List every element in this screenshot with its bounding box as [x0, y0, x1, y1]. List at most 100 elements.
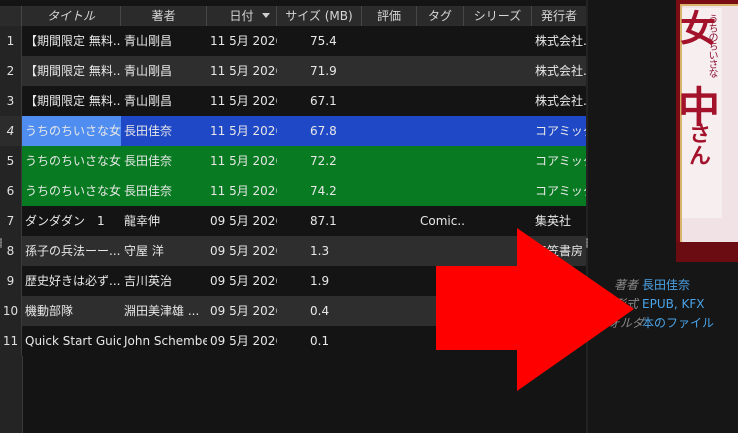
row-number: 8	[0, 236, 22, 266]
table-row[interactable]: 9 歴史好きは必ず... 吉川英治 09 5月 2026 1.9	[0, 266, 586, 296]
splitter-grip-icon[interactable]	[0, 238, 2, 248]
cell-size[interactable]: 67.8	[277, 116, 362, 146]
cell-publisher[interactable]: 三笠書房	[532, 236, 586, 266]
cell-size[interactable]: 0.1	[277, 326, 362, 356]
table-row[interactable]: 10 機動部隊 淵田美津雄 ... 09 5月 2026 0.4	[0, 296, 586, 326]
cell-tags[interactable]	[417, 86, 464, 116]
table-row-highlighted[interactable]: 6 うちのちいさな女... 長田佳奈 11 5月 2026 74.2 コアミック…	[0, 176, 586, 206]
splitter-grip-icon[interactable]	[586, 238, 588, 248]
table-row-selected[interactable]: 4 うちのちいさな女... 長田佳奈 11 5月 2026 67.8 コアミック…	[0, 116, 586, 146]
detail-format-link[interactable]: EPUB, KFX	[642, 297, 704, 311]
table-row[interactable]: 11 Quick Start Guide John Schember 09 5月…	[0, 326, 586, 356]
cell-author[interactable]: 長田佳奈	[121, 116, 207, 146]
cell-size[interactable]: 1.9	[277, 266, 362, 296]
cell-author[interactable]: 青山剛昌	[121, 86, 207, 116]
table-row[interactable]: 2 【期間限定 無料... 青山剛昌 11 5月 2026 71.9 株式会社.…	[0, 56, 586, 86]
cell-date[interactable]: 09 5月 2026	[207, 296, 277, 326]
cell-title[interactable]: うちのちいさな女...	[22, 116, 121, 146]
cell-tags[interactable]	[417, 296, 464, 326]
cell-size[interactable]: 75.4	[277, 26, 362, 56]
sort-descending-icon	[262, 13, 270, 18]
cell-publisher[interactable]	[532, 326, 586, 356]
cell-tags[interactable]	[417, 266, 464, 296]
column-header-publisher[interactable]: 発行者	[532, 6, 586, 26]
cell-title[interactable]: 孫子の兵法ーー...	[22, 236, 121, 266]
cell-tags[interactable]: Comic...	[417, 206, 464, 236]
cell-date[interactable]: 11 5月 2026	[207, 56, 277, 86]
cell-title[interactable]: 機動部隊	[22, 296, 121, 326]
cell-size[interactable]: 0.4	[277, 296, 362, 326]
column-header-series[interactable]: シリーズ	[464, 6, 532, 26]
cell-title[interactable]: うちのちいさな女...	[22, 146, 121, 176]
cell-author[interactable]: 長田佳奈	[121, 146, 207, 176]
detail-author-link[interactable]: 長田佳奈	[642, 278, 690, 292]
cell-date[interactable]: 11 5月 2026	[207, 146, 277, 176]
table-row[interactable]: 7 ダンダダン 1 龍幸伸 09 5月 2026 87.1 Comic... 集…	[0, 206, 586, 236]
cell-tags[interactable]	[417, 326, 464, 356]
cell-date[interactable]: 11 5月 2026	[207, 86, 277, 116]
cell-author[interactable]: 龍幸伸	[121, 206, 207, 236]
cell-author[interactable]: 青山剛昌	[121, 26, 207, 56]
cell-tags[interactable]	[417, 176, 464, 206]
cell-publisher[interactable]: コアミックス	[532, 146, 586, 176]
cell-date[interactable]: 11 5月 2026	[207, 116, 277, 146]
column-header-date[interactable]: 日付	[207, 6, 277, 26]
cell-author[interactable]: 淵田美津雄 ...	[121, 296, 207, 326]
cell-title[interactable]: 歴史好きは必ず...	[22, 266, 121, 296]
book-list-table[interactable]: タイトル 著者 日付 サイズ (MB) 評価 タグ シリーズ 発行者 1 【期間…	[0, 0, 586, 433]
table-row[interactable]: 8 孫子の兵法ーー... 守屋 洋 09 5月 2026 1.3 三笠書房	[0, 236, 586, 266]
cell-date[interactable]: 09 5月 2026	[207, 236, 277, 266]
cell-size[interactable]: 67.1	[277, 86, 362, 116]
cell-size[interactable]: 72.2	[277, 146, 362, 176]
cell-title[interactable]: ダンダダン 1	[22, 206, 121, 236]
detail-folder-link[interactable]: 本のファイル	[642, 316, 714, 330]
cell-author[interactable]: John Schember	[121, 326, 207, 356]
cell-tags[interactable]	[417, 236, 464, 266]
column-header-author[interactable]: 著者	[121, 6, 207, 26]
cell-publisher[interactable]	[532, 266, 586, 296]
cell-publisher[interactable]: コアミックス	[532, 116, 586, 146]
cell-date[interactable]: 09 5月 2026	[207, 266, 277, 296]
cell-date[interactable]: 09 5月 2026	[207, 326, 277, 356]
cell-size[interactable]: 87.1	[277, 206, 362, 236]
column-header-rating-label: 評価	[376, 9, 401, 23]
cell-date[interactable]: 09 5月 2026	[207, 206, 277, 236]
table-row[interactable]: 3 【期間限定 無料... 青山剛昌 11 5月 2026 67.1 株式会社.…	[0, 86, 586, 116]
cell-tags[interactable]	[417, 56, 464, 86]
cell-size[interactable]: 71.9	[277, 56, 362, 86]
panel-splitter[interactable]	[586, 0, 588, 433]
column-header-rating[interactable]: 評価	[362, 6, 417, 26]
table-row-highlighted[interactable]: 5 うちのちいさな女... 長田佳奈 11 5月 2026 72.2 コアミック…	[0, 146, 586, 176]
cell-size[interactable]: 74.2	[277, 176, 362, 206]
column-header-tags[interactable]: タグ	[417, 6, 464, 26]
book-details-panel: 著者 長田佳奈 形式 EPUB, KFX フォルダ本のファイル	[596, 276, 738, 333]
cell-date[interactable]: 11 5月 2026	[207, 26, 277, 56]
cell-publisher[interactable]: 株式会社...	[532, 86, 586, 116]
table-row[interactable]: 1 【期間限定 無料... 青山剛昌 11 5月 2026 75.4 株式会社.…	[0, 26, 586, 56]
book-cover-image[interactable]: うちのちいさな 女 中 さん	[676, 0, 738, 262]
column-header-series-label: シリーズ	[473, 9, 522, 23]
cell-title[interactable]: 【期間限定 無料...	[22, 56, 121, 86]
cell-author[interactable]: 長田佳奈	[121, 176, 207, 206]
column-header-row: タイトル 著者 日付 サイズ (MB) 評価 タグ シリーズ 発行者	[0, 6, 586, 27]
cell-title[interactable]: 【期間限定 無料...	[22, 86, 121, 116]
cell-author[interactable]: 青山剛昌	[121, 56, 207, 86]
cell-tags[interactable]	[417, 26, 464, 56]
cell-date[interactable]: 11 5月 2026	[207, 176, 277, 206]
column-header-title[interactable]: タイトル	[22, 6, 121, 26]
cell-size[interactable]: 1.3	[277, 236, 362, 266]
cell-publisher[interactable]: コアミックス	[532, 176, 586, 206]
cell-title[interactable]: Quick Start Guide	[22, 326, 121, 356]
cell-title[interactable]: うちのちいさな女...	[22, 176, 121, 206]
cell-publisher[interactable]: 株式会社...	[532, 26, 586, 56]
cell-publisher[interactable]	[532, 296, 586, 326]
cell-author[interactable]: 守屋 洋	[121, 236, 207, 266]
cell-publisher[interactable]: 株式会社...	[532, 56, 586, 86]
column-header-author-label: 著者	[151, 9, 176, 23]
cell-tags[interactable]	[417, 116, 464, 146]
cell-title[interactable]: 【期間限定 無料...	[22, 26, 121, 56]
cell-tags[interactable]	[417, 146, 464, 176]
column-header-size[interactable]: サイズ (MB)	[277, 6, 362, 26]
cell-publisher[interactable]: 集英社	[532, 206, 586, 236]
cell-author[interactable]: 吉川英治	[121, 266, 207, 296]
